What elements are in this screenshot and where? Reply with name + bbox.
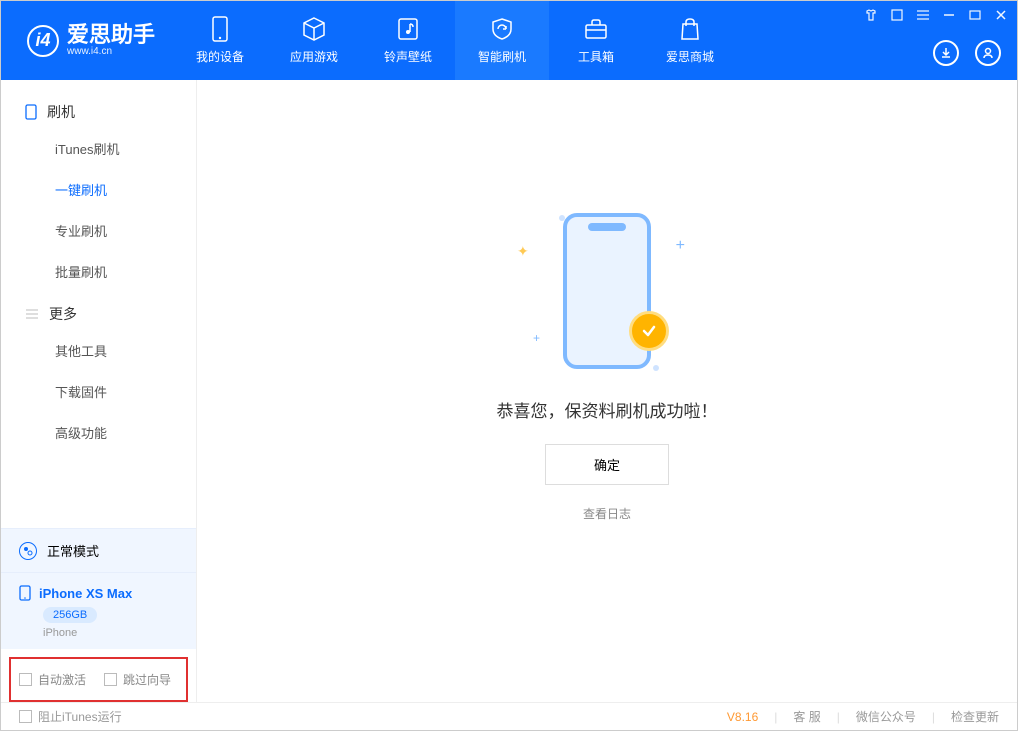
nav-ringtones-wallpapers[interactable]: 铃声壁纸	[361, 1, 455, 80]
sidebar-section-flash: 刷机	[1, 90, 196, 128]
sidebar-item-advanced[interactable]: 高级功能	[1, 412, 196, 453]
plus-icon: +	[676, 237, 685, 255]
status-bar: 阻止iTunes运行 V8.16 | 客 服 | 微信公众号 | 检查更新	[1, 702, 1017, 730]
success-illustration: ✦ + +	[497, 201, 717, 381]
nav-smart-flash[interactable]: 智能刷机	[455, 1, 549, 80]
mode-icon	[19, 542, 37, 560]
plus-icon: +	[533, 331, 540, 345]
check-update-link[interactable]: 检查更新	[951, 708, 999, 725]
header-right-buttons	[933, 40, 1001, 66]
success-check-icon	[629, 311, 669, 351]
square-icon[interactable]	[889, 7, 905, 23]
nav-store[interactable]: 爱思商城	[643, 1, 737, 80]
menu-icon[interactable]	[915, 7, 931, 23]
sidebar-item-oneclick-flash[interactable]: 一键刷机	[1, 169, 196, 210]
bottom-checks-highlight: 自动激活 跳过向导	[9, 657, 188, 702]
main-content: ✦ + + 恭喜您，保资料刷机成功啦！ 确定 查看日志	[197, 80, 1017, 702]
list-icon	[25, 308, 39, 320]
device-storage-badge: 256GB	[43, 607, 97, 623]
toolbox-icon	[583, 16, 609, 42]
refresh-shield-icon	[489, 16, 515, 42]
nav-my-device[interactable]: 我的设备	[173, 1, 267, 80]
ok-button[interactable]: 确定	[545, 444, 669, 485]
shirt-icon[interactable]	[863, 7, 879, 23]
skip-guide-checkbox[interactable]: 跳过向导	[104, 671, 171, 688]
sidebar-item-download-firmware[interactable]: 下载固件	[1, 371, 196, 412]
wechat-link[interactable]: 微信公众号	[856, 708, 916, 725]
logo-icon: i4	[27, 25, 59, 57]
close-button[interactable]	[993, 7, 1009, 23]
sidebar-item-pro-flash[interactable]: 专业刷机	[1, 210, 196, 251]
block-itunes-checkbox[interactable]: 阻止iTunes运行	[19, 708, 122, 725]
device-card[interactable]: iPhone XS Max 256GB iPhone	[1, 572, 196, 649]
music-note-icon	[395, 16, 421, 42]
maximize-button[interactable]	[967, 7, 983, 23]
cube-icon	[301, 16, 327, 42]
app-url: www.i4.cn	[67, 46, 155, 57]
view-log-link[interactable]: 查看日志	[583, 505, 631, 522]
minimize-button[interactable]	[941, 7, 957, 23]
download-button[interactable]	[933, 40, 959, 66]
window-controls	[863, 7, 1009, 23]
shopping-bag-icon	[677, 16, 703, 42]
version-label: V8.16	[727, 710, 758, 724]
app-logo: i4 爱思助手 www.i4.cn	[1, 24, 173, 57]
dot-icon	[653, 365, 659, 371]
mode-label: 正常模式	[47, 541, 99, 560]
success-message: 恭喜您，保资料刷机成功啦！	[497, 397, 718, 422]
app-name: 爱思助手	[67, 24, 155, 46]
auto-activate-checkbox[interactable]: 自动激活	[19, 671, 86, 688]
device-name: iPhone XS Max	[39, 586, 132, 601]
device-type: iPhone	[43, 627, 178, 639]
phone-icon	[207, 16, 233, 42]
sparkle-icon: ✦	[517, 243, 529, 260]
app-header: i4 爱思助手 www.i4.cn 我的设备 应用游戏 铃声壁纸	[1, 1, 1017, 80]
top-nav: 我的设备 应用游戏 铃声壁纸 智能刷机 工具箱	[173, 1, 737, 80]
mode-card[interactable]: 正常模式	[1, 528, 196, 572]
sidebar-section-more: 更多	[1, 292, 196, 330]
sidebar-item-itunes-flash[interactable]: iTunes刷机	[1, 128, 196, 169]
user-button[interactable]	[975, 40, 1001, 66]
device-phone-icon	[19, 585, 31, 601]
phone-outline-icon	[25, 104, 37, 120]
sidebar-item-batch-flash[interactable]: 批量刷机	[1, 251, 196, 292]
sidebar-item-other-tools[interactable]: 其他工具	[1, 330, 196, 371]
nav-apps-games[interactable]: 应用游戏	[267, 1, 361, 80]
nav-toolbox[interactable]: 工具箱	[549, 1, 643, 80]
sidebar: 刷机 iTunes刷机 一键刷机 专业刷机 批量刷机 更多 其他工具 下载固件 …	[1, 80, 197, 702]
customer-service-link[interactable]: 客 服	[793, 708, 820, 725]
